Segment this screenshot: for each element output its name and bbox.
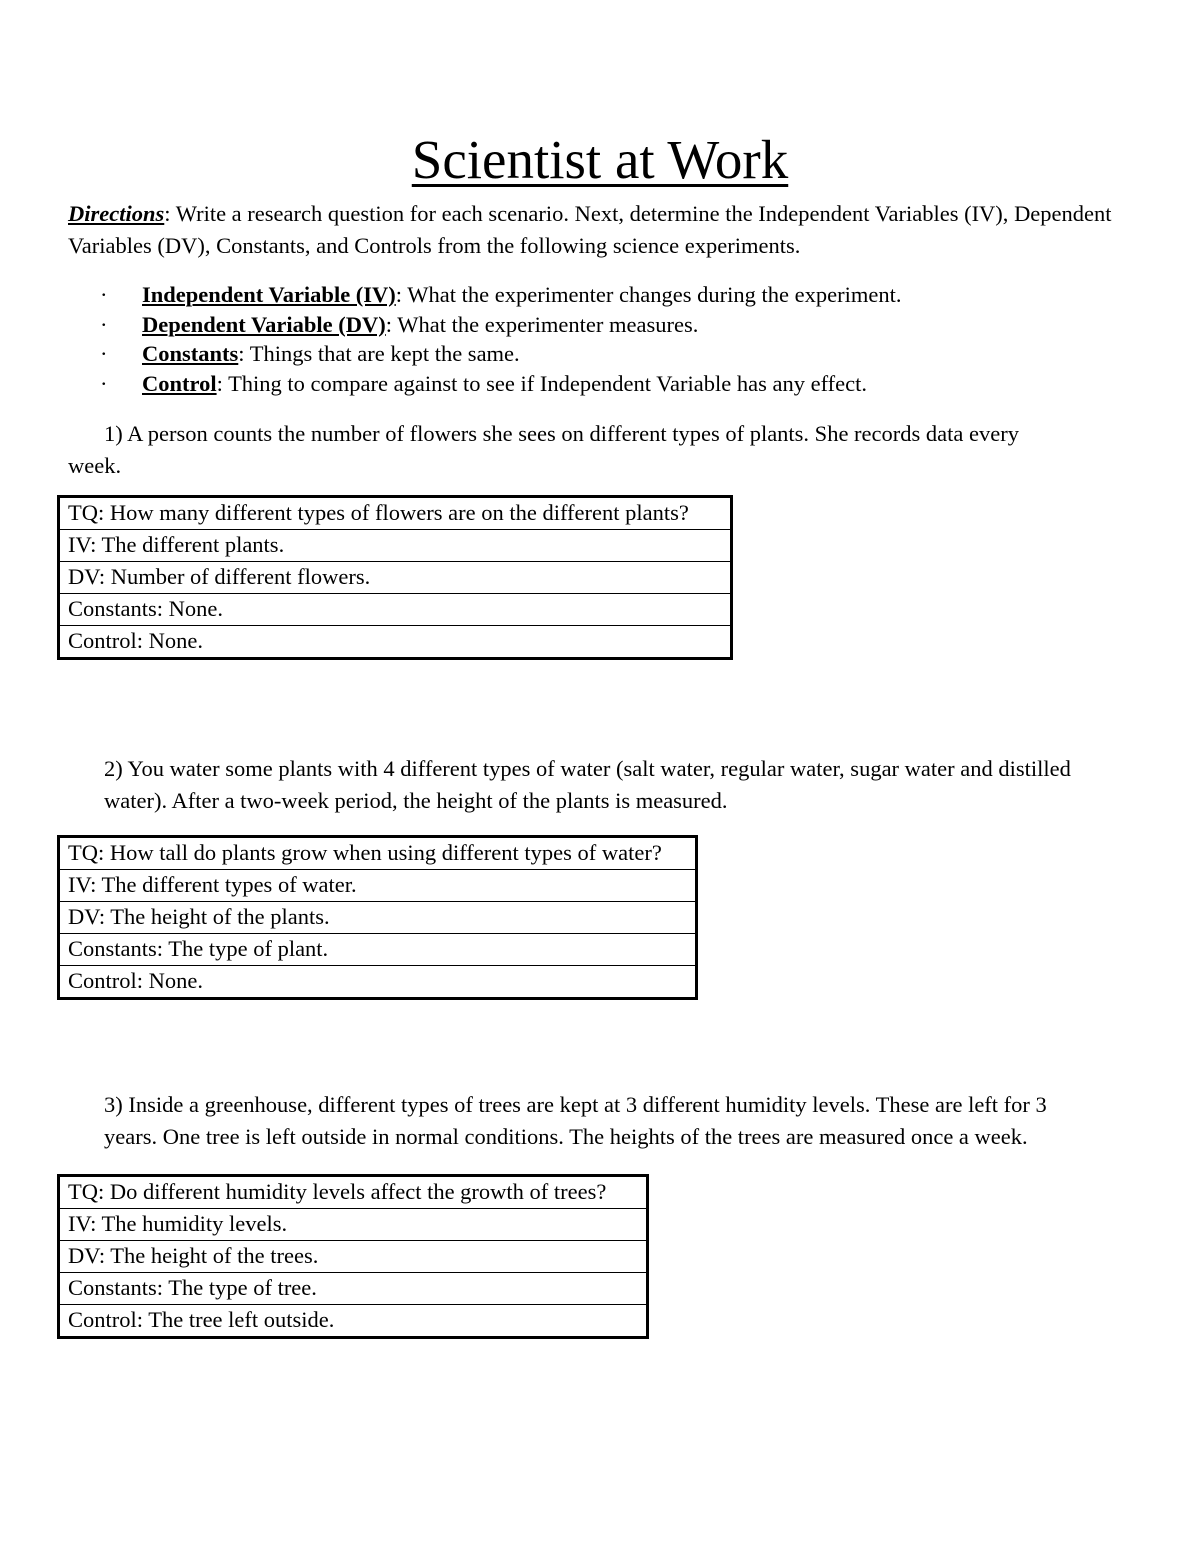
table-cell-dv[interactable]: DV: The height of the trees. xyxy=(58,1240,648,1273)
definition-text: : What the experimenter changes during t… xyxy=(395,282,902,307)
page-title-text: Scientist at Work xyxy=(411,128,789,190)
table-row: DV: The height of the plants. xyxy=(58,901,697,934)
page-title: Scientist at Work xyxy=(0,129,1200,191)
directions-paragraph: Directions: Write a research question fo… xyxy=(68,198,1133,262)
scenario-2-answer-table: TQ: How tall do plants grow when using d… xyxy=(57,835,698,1000)
list-item: · Independent Variable (IV): What the ex… xyxy=(100,280,1100,310)
bullet-icon: · xyxy=(100,311,108,337)
table-cell-tq[interactable]: TQ: Do different humidity levels affect … xyxy=(58,1175,648,1209)
definition-body: Constants: Things that are kept the same… xyxy=(142,339,1100,369)
scenario-2-line-1: 2) You water some plants with 4 differen… xyxy=(104,756,1071,781)
scenario-1-line-2: week. xyxy=(68,453,122,478)
table-cell-control[interactable]: Control: None. xyxy=(58,625,732,659)
bullet-icon: · xyxy=(100,341,108,366)
definition-term: Constants xyxy=(142,341,239,366)
table-cell-dv[interactable]: DV: Number of different flowers. xyxy=(58,561,732,594)
list-item: · Dependent Variable (DV): What the expe… xyxy=(100,310,1100,340)
definition-term: Control xyxy=(142,370,217,396)
list-item: · Constants: Things that are kept the sa… xyxy=(100,339,1100,369)
definition-text: : What the experimenter measures. xyxy=(385,311,699,337)
definition-text: : Thing to compare against to see if Ind… xyxy=(216,370,867,396)
scenario-1-answer-table: TQ: How many different types of flowers … xyxy=(57,495,733,660)
list-item: · Control: Thing to compare against to s… xyxy=(100,369,1100,399)
table-row: Constants: The type of tree. xyxy=(58,1272,648,1305)
table-cell-iv[interactable]: IV: The humidity levels. xyxy=(58,1208,648,1241)
scenario-2-text: 2) You water some plants with 4 differen… xyxy=(68,753,1143,817)
definition-body: Control: Thing to compare against to see… xyxy=(142,369,1100,399)
definition-term: Independent Variable (IV) xyxy=(142,282,396,307)
definition-text: : Things that are kept the same. xyxy=(238,341,520,366)
table-cell-iv[interactable]: IV: The different types of water. xyxy=(58,869,697,902)
table-row: Constants: The type of plant. xyxy=(58,933,697,966)
scenario-3-text: 3) Inside a greenhouse, different types … xyxy=(68,1089,1138,1153)
directions-line-1: : Write a research question for each sce… xyxy=(164,201,1009,226)
directions-label: Directions xyxy=(68,201,165,226)
scenario-1-text: 1) A person counts the number of flowers… xyxy=(68,418,1138,482)
table-cell-constants[interactable]: Constants: None. xyxy=(58,593,732,626)
table-cell-control[interactable]: Control: The tree left outside. xyxy=(58,1304,648,1338)
scenario-3-line-2: years. One tree is left outside in norma… xyxy=(104,1124,1028,1149)
variable-definitions-list: · Independent Variable (IV): What the ex… xyxy=(100,280,1100,398)
table-row: TQ: Do different humidity levels affect … xyxy=(58,1175,648,1209)
table-row: Control: The tree left outside. xyxy=(58,1304,648,1338)
scenario-2-line-2: water). After a two-week period, the hei… xyxy=(104,788,728,813)
scenario-3-answer-table: TQ: Do different humidity levels affect … xyxy=(57,1174,649,1339)
definition-term: Dependent Variable (DV) xyxy=(142,311,386,337)
table-cell-control[interactable]: Control: None. xyxy=(58,965,697,999)
table-cell-tq[interactable]: TQ: How many different types of flowers … xyxy=(58,496,732,530)
table-cell-dv[interactable]: DV: The height of the plants. xyxy=(58,901,697,934)
table-row: Constants: None. xyxy=(58,593,732,626)
scenario-3-line-1: 3) Inside a greenhouse, different types … xyxy=(104,1092,1047,1117)
bullet-icon: · xyxy=(100,370,108,396)
scenario-1-line-1: 1) A person counts the number of flowers… xyxy=(104,421,1019,446)
table-row: TQ: How many different types of flowers … xyxy=(58,496,732,530)
table-row: TQ: How tall do plants grow when using d… xyxy=(58,836,697,870)
definition-body: Dependent Variable (DV): What the experi… xyxy=(142,310,1100,340)
table-row: Control: None. xyxy=(58,965,697,999)
table-cell-iv[interactable]: IV: The different plants. xyxy=(58,529,732,562)
table-row: IV: The humidity levels. xyxy=(58,1208,648,1241)
worksheet-page: Scientist at Work Directions: Write a re… xyxy=(0,0,1200,1553)
table-row: IV: The different types of water. xyxy=(58,869,697,902)
table-cell-constants[interactable]: Constants: The type of plant. xyxy=(58,933,697,966)
bullet-icon: · xyxy=(100,282,108,307)
table-cell-constants[interactable]: Constants: The type of tree. xyxy=(58,1272,648,1305)
table-row: Control: None. xyxy=(58,625,732,659)
table-row: DV: Number of different flowers. xyxy=(58,561,732,594)
definition-body: Independent Variable (IV): What the expe… xyxy=(142,280,1100,310)
table-row: IV: The different plants. xyxy=(58,529,732,562)
table-cell-tq[interactable]: TQ: How tall do plants grow when using d… xyxy=(58,836,697,870)
table-row: DV: The height of the trees. xyxy=(58,1240,648,1273)
